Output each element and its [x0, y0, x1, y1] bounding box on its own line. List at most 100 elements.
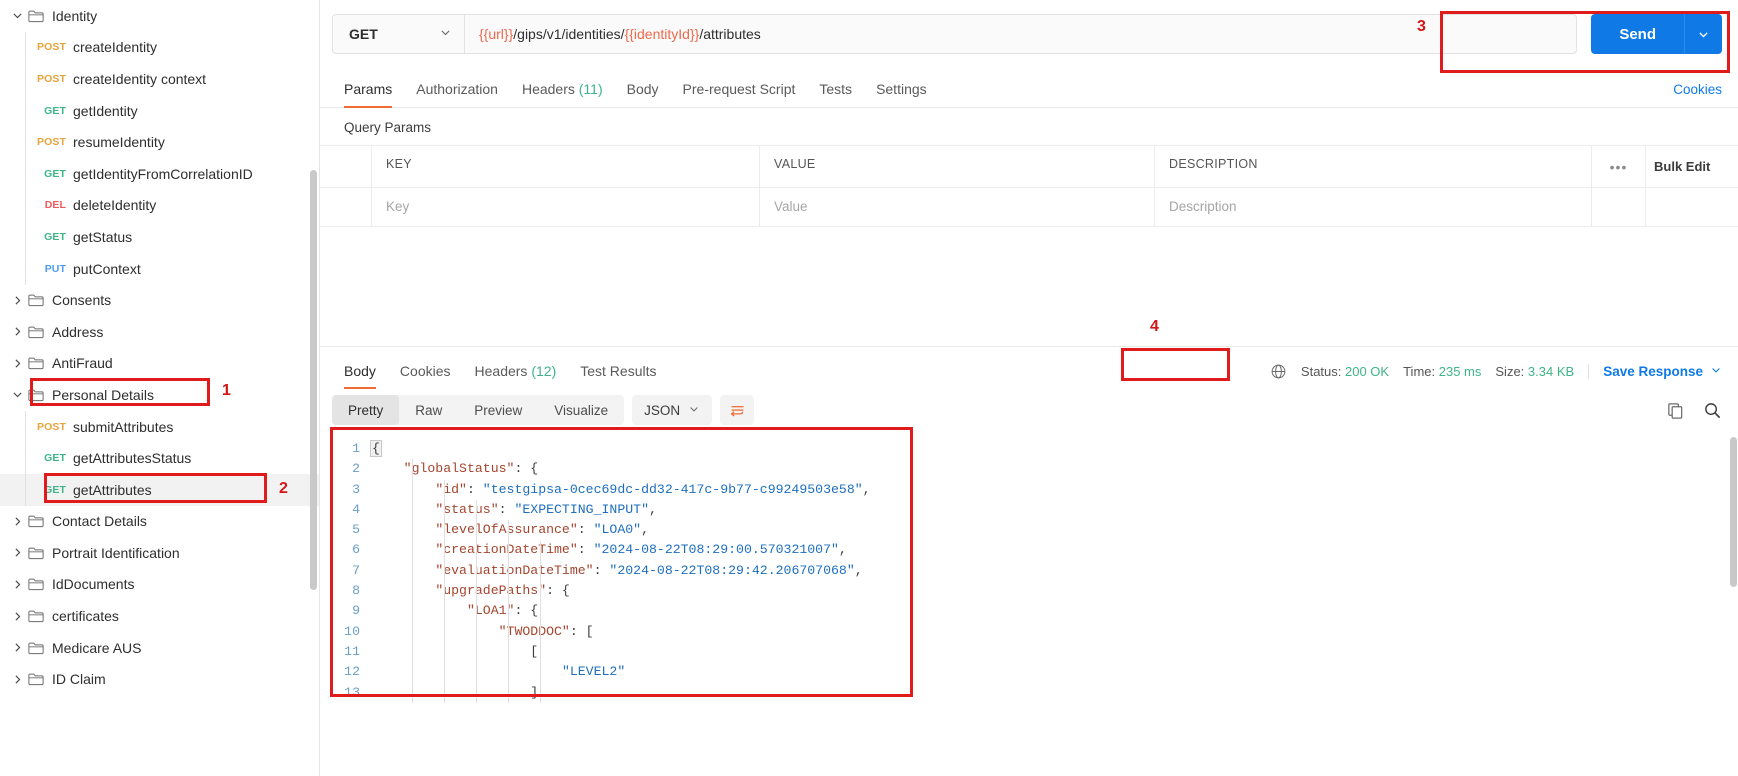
chevron-right-icon[interactable]	[6, 673, 28, 686]
response-tab-label: Cookies	[399, 363, 451, 379]
chevron-right-icon[interactable]	[6, 515, 28, 528]
sidebar-request-label: submitAttributes	[73, 418, 174, 435]
copy-icon[interactable]	[1666, 401, 1685, 420]
chevron-right-icon[interactable]	[6, 325, 28, 338]
sidebar-folder-certificates[interactable]: certificates	[0, 600, 319, 632]
sidebar-request-createIdentity[interactable]: POST createIdentity	[0, 32, 319, 64]
sidebar-folder-medicare-aus[interactable]: Medicare AUS	[0, 632, 319, 664]
row-key-input[interactable]: Key	[372, 188, 760, 226]
sidebar-folder-identity[interactable]: Identity	[0, 0, 319, 32]
tab-tests[interactable]: Tests	[807, 81, 864, 107]
sidebar-request-getAttributes[interactable]: GET getAttributes	[0, 473, 319, 506]
folder-icon	[28, 293, 44, 307]
http-method-select[interactable]: GET	[333, 15, 465, 53]
tree-guide-line	[25, 411, 26, 506]
tree-guide-line	[25, 32, 26, 285]
json-line: {	[370, 439, 1738, 459]
chevron-right-icon[interactable]	[6, 641, 28, 654]
sidebar-scrollbar[interactable]	[310, 170, 317, 590]
view-mode-visualize[interactable]: Visualize	[538, 395, 624, 425]
sidebar-folder-personal-details[interactable]: Personal Details	[0, 379, 319, 411]
sidebar-request-label: getAttributesStatus	[73, 450, 192, 467]
sidebar-request-label: putContext	[73, 260, 141, 277]
chevron-right-icon[interactable]	[6, 546, 28, 559]
sidebar-request-getIdentityFromCorrelationID[interactable]: GET getIdentityFromCorrelationID	[0, 158, 319, 190]
sidebar-request-createIdentity-context[interactable]: POST createIdentity context	[0, 63, 319, 95]
sidebar-folder-consents[interactable]: Consents	[0, 284, 319, 316]
chevron-down-icon[interactable]	[6, 388, 28, 401]
line-number: 10	[344, 623, 360, 639]
sidebar-folder-iddocuments[interactable]: IdDocuments	[0, 569, 319, 601]
sidebar-folder-antifraud[interactable]: AntiFraud	[0, 348, 319, 380]
sidebar-folder-id-claim[interactable]: ID Claim	[0, 663, 319, 695]
chevron-down-icon[interactable]	[6, 9, 28, 22]
json-key: "evaluationDateTime"	[435, 562, 594, 578]
cookies-link[interactable]: Cookies	[1673, 82, 1722, 107]
chevron-right-icon[interactable]	[6, 357, 28, 370]
row-bulk-cell	[1646, 188, 1738, 226]
response-format-select[interactable]: JSON	[632, 395, 713, 425]
sidebar-request-deleteIdentity[interactable]: DEL deleteIdentity	[0, 190, 319, 222]
tab-authorization[interactable]: Authorization	[404, 81, 510, 107]
folder-icon	[28, 546, 44, 560]
response-scrollbar[interactable]	[1730, 437, 1737, 587]
sidebar-folder-label: Medicare AUS	[52, 639, 142, 656]
http-method-value: GET	[349, 26, 378, 42]
view-mode-preview[interactable]: Preview	[458, 395, 538, 425]
chevron-right-icon[interactable]	[6, 294, 28, 307]
sidebar-request-getStatus[interactable]: GET getStatus	[0, 221, 319, 253]
response-tab-cookies[interactable]: Cookies	[388, 363, 463, 389]
json-punct: ]	[530, 684, 539, 700]
sidebar-request-label: getIdentity	[73, 102, 138, 119]
table-options-icon[interactable]: •••	[1592, 146, 1646, 187]
sidebar-request-submitAttributes[interactable]: POST submitAttributes	[0, 411, 319, 443]
url-input[interactable]: {{url}}/gips/v1/identities/{{identityId}…	[465, 15, 1576, 53]
send-options-caret-icon[interactable]	[1684, 14, 1722, 54]
sidebar-request-label: getAttributes	[73, 481, 152, 498]
json-punct: :	[577, 542, 594, 558]
view-mode-raw[interactable]: Raw	[399, 395, 458, 425]
folder-icon	[28, 356, 44, 370]
json-value: "testgipsa-0cec69dc-dd32-417c-9b77-c9924…	[482, 481, 863, 497]
wrap-lines-button[interactable]	[720, 395, 755, 425]
chevron-right-icon[interactable]	[6, 578, 28, 591]
globe-icon[interactable]	[1270, 363, 1287, 380]
sidebar-folder-portrait-identification[interactable]: Portrait Identification	[0, 537, 319, 569]
line-number: 5	[352, 522, 360, 538]
sidebar-folder-contact-details[interactable]: Contact Details	[0, 506, 319, 538]
row-checkbox-cell[interactable]	[320, 188, 372, 226]
tab-settings[interactable]: Settings	[864, 81, 939, 107]
search-icon[interactable]	[1703, 401, 1722, 420]
sidebar-request-method: PUT	[44, 262, 66, 275]
tab-headers[interactable]: Headers (11)	[510, 81, 615, 107]
tab-params[interactable]: Params	[332, 81, 404, 108]
json-punct: : {	[546, 583, 570, 599]
save-response-button[interactable]: Save Response	[1588, 364, 1722, 379]
sidebar-folder-address[interactable]: Address	[0, 316, 319, 348]
sidebar-request-putContext[interactable]: PUT putContext	[0, 253, 319, 285]
sidebar-request-label: createIdentity	[73, 39, 158, 56]
table-row[interactable]: Key Value Description	[320, 187, 1738, 227]
tab-pre-request-script[interactable]: Pre-request Script	[671, 81, 808, 107]
response-tab-test-results[interactable]: Test Results	[568, 363, 668, 389]
response-tab-headers[interactable]: Headers (12)	[463, 363, 569, 389]
response-tab-body[interactable]: Body	[332, 363, 388, 389]
json-value: "2024-08-22T08:29:00.570321007"	[593, 542, 839, 558]
row-description-input[interactable]: Description	[1155, 188, 1592, 226]
row-value-input[interactable]: Value	[760, 188, 1155, 226]
sidebar-request-getAttributesStatus[interactable]: GET getAttributesStatus	[0, 442, 319, 474]
sidebar-request-method: GET	[44, 104, 66, 117]
response-body-viewer[interactable]: 1 2 3 4 5 6 7 8 9 10 11 12 13 { "globalStatus": { "i…	[320, 433, 1738, 776]
sidebar-request-getIdentity[interactable]: GET getIdentity	[0, 95, 319, 127]
send-button[interactable]: Send	[1591, 14, 1722, 54]
header-key: KEY	[372, 146, 760, 187]
bulk-edit-button[interactable]: Bulk Edit	[1646, 146, 1738, 187]
view-mode-pretty[interactable]: Pretty	[332, 395, 400, 425]
response-tab-label: Body	[344, 363, 376, 379]
status-value: 200 OK	[1345, 364, 1390, 379]
sidebar-request-resumeIdentity[interactable]: POST resumeIdentity	[0, 126, 319, 158]
url-variable: {{url}}	[479, 26, 514, 42]
tab-body[interactable]: Body	[615, 81, 671, 107]
json-lines: { "globalStatus": { "id": "testgipsa-0ce…	[370, 439, 1738, 703]
chevron-right-icon[interactable]	[6, 610, 28, 623]
